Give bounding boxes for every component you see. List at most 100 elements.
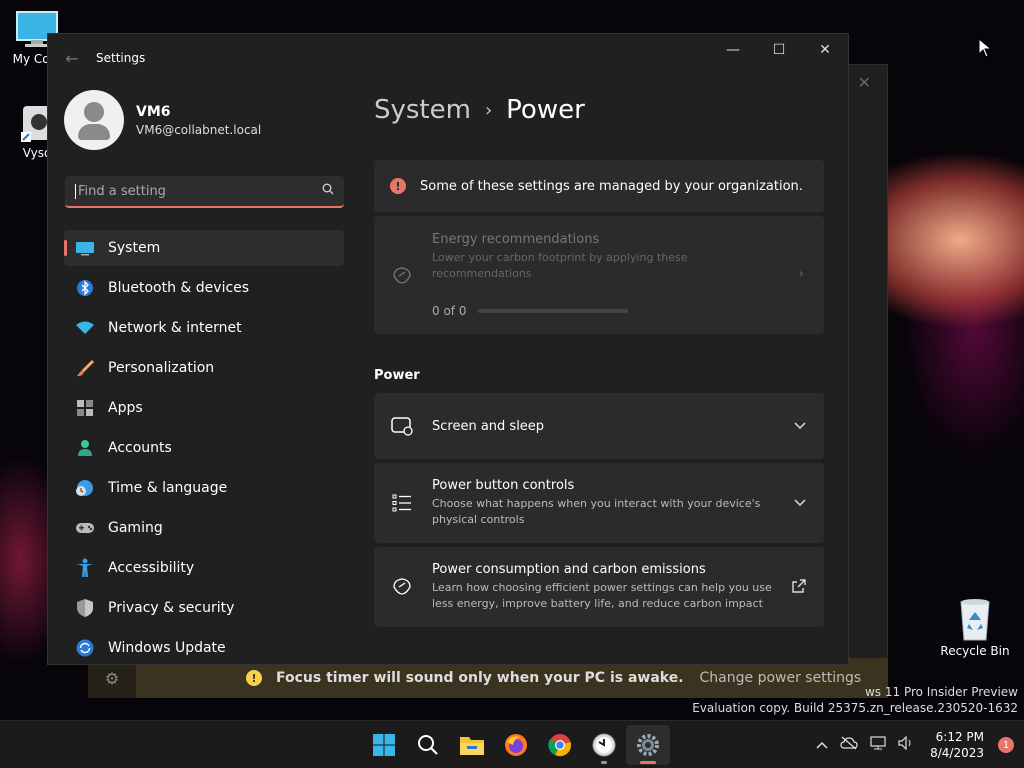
wifi-icon [74, 319, 96, 337]
sidebar-item-system[interactable]: System [64, 230, 344, 266]
search-icon[interactable] [322, 183, 334, 199]
screen-and-sleep-card[interactable]: Screen and sleep [374, 393, 824, 459]
power-button-controls-card[interactable]: Power button controls Choose what happen… [374, 463, 824, 543]
sidebar-item-label: Accessibility [108, 560, 195, 576]
desktop-icon-recycle-bin[interactable]: Recycle Bin [940, 596, 1010, 658]
nav-list: System Bluetooth & devices Network & int… [48, 230, 358, 664]
taskbar-file-explorer[interactable] [450, 725, 494, 765]
bluetooth-icon [74, 279, 96, 297]
energy-recommendations-card[interactable]: Energy recommendations Lower your carbon… [374, 216, 824, 334]
minimize-button[interactable]: — [710, 34, 756, 66]
chevron-up-icon[interactable] [816, 738, 828, 753]
clock-date: 8/4/2023 [930, 746, 984, 760]
recycle-bin-icon [960, 599, 990, 641]
taskbar: 6:12 PM 8/4/2023 1 [0, 720, 1024, 768]
energy-progress-bar [478, 309, 629, 313]
sidebar-item-label: Network & internet [108, 320, 242, 336]
profile-email: VM6@collabnet.local [136, 122, 262, 137]
sidebar-item-apps[interactable]: Apps [64, 390, 344, 426]
watermark-line-2: Evaluation copy. Build 25375.zn_release.… [692, 701, 1018, 715]
mouse-cursor-icon [978, 38, 992, 58]
system-icon [74, 239, 96, 257]
sidebar-item-accessibility[interactable]: Accessibility [64, 550, 344, 586]
leaf-icon [390, 577, 414, 597]
sidebar-item-label: Gaming [108, 520, 163, 536]
folder-icon [460, 737, 484, 755]
sidebar-item-label: Privacy & security [108, 600, 235, 616]
sidebar-item-privacy-security[interactable]: Privacy & security [64, 590, 344, 626]
taskbar-firefox[interactable] [494, 725, 538, 765]
window-title: Settings [96, 51, 146, 65]
external-link-icon[interactable] [792, 578, 806, 596]
back-arrow-icon[interactable]: ← [48, 49, 96, 68]
system-tray: 6:12 PM 8/4/2023 1 [804, 721, 1014, 768]
search-icon [418, 735, 438, 755]
sidebar-item-label: System [108, 240, 161, 256]
desktop-icon-label: Recycle Bin [940, 644, 1010, 658]
sidebar-item-label: Apps [108, 400, 143, 416]
sidebar-item-label: Bluetooth & devices [108, 280, 250, 296]
taskbar-chrome[interactable] [538, 725, 582, 765]
card-title: Screen and sleep [432, 418, 545, 434]
breadcrumb-system[interactable]: System [374, 95, 471, 125]
maximize-button[interactable]: ☐ [756, 34, 802, 66]
sidebar-item-time-language[interactable]: Time & language [64, 470, 344, 506]
sidebar-item-gaming[interactable]: Gaming [64, 510, 344, 546]
close-button[interactable]: ✕ [802, 34, 848, 66]
energy-progress-text: 0 of 0 [432, 304, 467, 318]
watermark-line-1: ws 11 Pro Insider Preview [864, 685, 1018, 699]
profile-name: VM6 [136, 103, 171, 120]
sidebar-item-windows-update[interactable]: Windows Update [64, 630, 344, 664]
info-icon: ! [390, 178, 406, 194]
close-icon[interactable]: ✕ [858, 73, 871, 92]
windows-logo-icon [373, 734, 395, 756]
energy-progress-row: 0 of 0 [432, 304, 712, 318]
sidebar-item-label: Windows Update [108, 640, 226, 656]
volume-icon[interactable] [898, 735, 914, 754]
screen-sleep-icon [390, 416, 414, 436]
settings-gear-icon [637, 734, 659, 756]
taskbar-search-button[interactable] [406, 725, 450, 765]
sidebar-item-accounts[interactable]: Accounts [64, 430, 344, 466]
warning-icon: ! [246, 670, 262, 686]
brush-icon [74, 359, 96, 377]
clock-icon [592, 733, 616, 757]
notification-badge[interactable]: 1 [998, 737, 1014, 753]
chevron-down-icon[interactable] [794, 496, 806, 510]
sidebar-item-bluetooth[interactable]: Bluetooth & devices [64, 270, 344, 306]
sidebar: VM6 VM6@collabnet.local System Bluetoot [48, 82, 358, 664]
settings-window: ← Settings — ☐ ✕ VM6 VM6@collabnet.local [47, 33, 849, 665]
card-title: Power button controls [432, 478, 575, 493]
sidebar-item-label: Accounts [108, 440, 172, 456]
gear-icon[interactable]: ⚙ [88, 669, 136, 688]
cloud-off-icon[interactable] [840, 736, 858, 754]
card-description: Learn how choosing efficient power setti… [432, 581, 772, 610]
user-profile[interactable]: VM6 VM6@collabnet.local [48, 82, 358, 158]
shield-icon [74, 599, 96, 617]
gamepad-icon [74, 519, 96, 537]
taskbar-settings[interactable] [626, 725, 670, 765]
sidebar-item-personalization[interactable]: Personalization [64, 350, 344, 386]
title-bar[interactable]: ← Settings — ☐ ✕ [48, 34, 848, 82]
globe-clock-icon [74, 479, 96, 497]
clock-time: 6:12 PM [935, 730, 984, 744]
list-icon [390, 494, 414, 512]
chrome-icon [548, 734, 571, 757]
chevron-right-icon[interactable]: › [798, 266, 804, 282]
energy-description: Lower your carbon footprint by applying … [432, 251, 688, 280]
sidebar-item-network[interactable]: Network & internet [64, 310, 344, 346]
power-consumption-card[interactable]: Power consumption and carbon emissions L… [374, 547, 824, 627]
chevron-down-icon[interactable] [794, 419, 806, 433]
network-icon[interactable] [870, 736, 886, 754]
taskbar-clock[interactable]: 6:12 PM 8/4/2023 [930, 729, 984, 761]
focus-message: Focus timer will sound only when your PC… [276, 670, 684, 686]
search-box [65, 176, 344, 208]
managed-notice: ! Some of these settings are managed by … [374, 160, 824, 212]
leaf-icon [390, 266, 414, 286]
person-icon [74, 439, 96, 457]
start-button[interactable] [362, 725, 406, 765]
energy-title: Energy recommendations [432, 232, 600, 247]
taskbar-clock-app[interactable] [582, 725, 626, 765]
card-title: Power consumption and carbon emissions [432, 562, 706, 577]
search-input[interactable] [75, 183, 322, 199]
